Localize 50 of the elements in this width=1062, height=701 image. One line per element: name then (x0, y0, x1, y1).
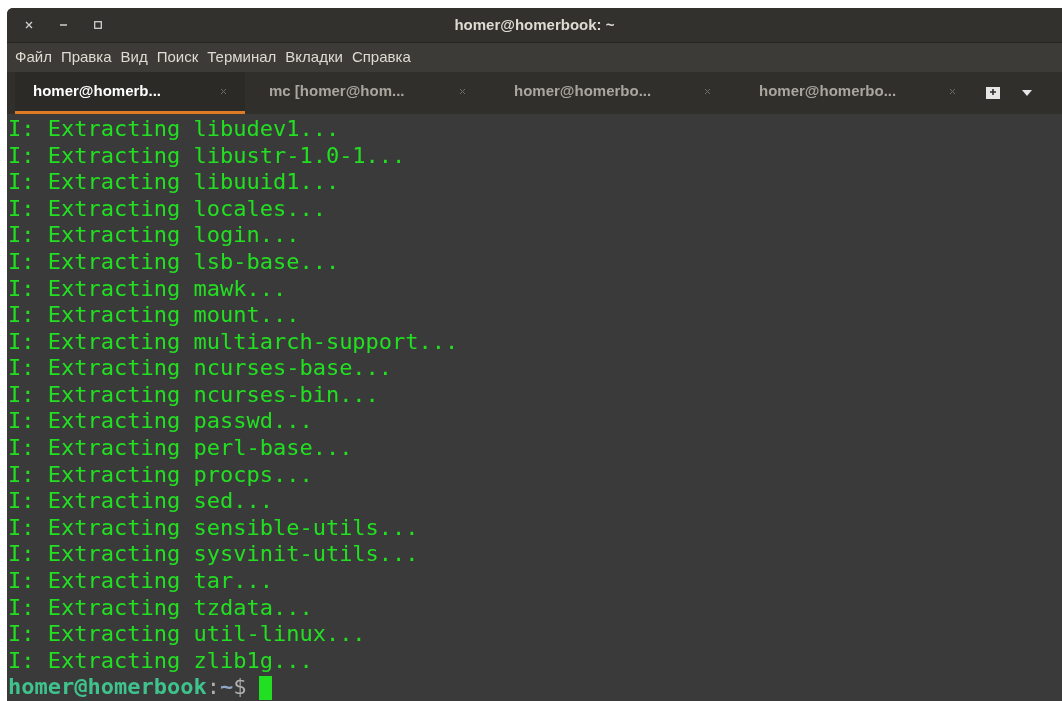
terminal-line: I: Extracting tar... (8, 568, 273, 595)
tab-close-icon[interactable] (220, 87, 227, 95)
tab-close-icon[interactable] (949, 87, 956, 95)
terminal-line: I: Extracting passwd... (8, 408, 313, 436)
terminal-line: I: Extracting login... (8, 222, 300, 249)
tab-close-icon[interactable] (459, 87, 466, 95)
text-cursor (259, 675, 273, 700)
menu-item[interactable]: Терминал (207, 46, 277, 69)
maximize-icon[interactable] (94, 21, 102, 30)
terminal-line: I: Extracting sysvinit-utils... (8, 541, 419, 569)
tab-close-icon[interactable] (704, 87, 711, 95)
terminal-line: I: Extracting libudev1... (8, 115, 340, 143)
prompt-separator: : (206, 674, 220, 701)
menu-item[interactable]: Вид (120, 46, 148, 69)
tab[interactable]: homer@homerb... (15, 71, 245, 114)
window-title: homer@homerbook: ~ (454, 14, 615, 35)
tab[interactable]: homer@homerbo... (490, 71, 735, 114)
tab-label: homer@homerbo... (514, 81, 652, 102)
dropdown-caret-icon[interactable] (1022, 89, 1032, 96)
menu-item[interactable]: Вкладки (285, 46, 343, 69)
tab-label: homer@homerb... (33, 81, 161, 102)
prompt-user-host: homer@homerbook (8, 674, 207, 701)
tab[interactable]: mc [homer@hom... (245, 71, 490, 114)
terminal-line: I: Extracting ncurses-bin... (8, 381, 379, 409)
terminal-line: I: Extracting tzdata... (8, 594, 313, 622)
terminal-line: I: Extracting locales... (8, 195, 326, 223)
close-icon[interactable] (25, 21, 33, 30)
menu-item[interactable]: Поиск (156, 46, 199, 69)
terminal-line: I: Extracting perl-base... (8, 435, 353, 462)
terminal-line: I: Extracting zlib1g... (8, 647, 313, 675)
terminal-line: I: Extracting sed... (8, 488, 273, 515)
tab-label: homer@homerbo... (759, 81, 897, 102)
tab[interactable]: homer@homerbo... (735, 71, 980, 114)
new-tab-icon[interactable] (986, 86, 1000, 99)
menu-item[interactable]: Файл (15, 46, 52, 69)
terminal-line: I: Extracting mawk... (8, 275, 287, 303)
menu-item[interactable]: Справка (351, 46, 411, 69)
terminal-line: I: Extracting mount... (8, 302, 300, 329)
terminal-line: I: Extracting libustr-1.0-1... (8, 142, 406, 170)
terminal-line: I: Extracting util-linux... (8, 621, 366, 648)
terminal-line: I: Extracting libuuid1... (8, 169, 340, 196)
menu-item[interactable]: Правка (60, 46, 112, 69)
terminal-line: I: Extracting ncurses-base... (8, 355, 393, 382)
terminal-line: I: Extracting lsb-base... (8, 248, 340, 276)
prompt-symbol: $ (233, 674, 247, 701)
tab-label: mc [homer@hom... (269, 81, 405, 102)
terminal-line: I: Extracting sensible-utils... (8, 514, 419, 542)
prompt-path: ~ (219, 674, 234, 701)
terminal-line: I: Extracting multiarch-support... (8, 328, 459, 356)
terminal-line: I: Extracting procps... (8, 461, 313, 489)
